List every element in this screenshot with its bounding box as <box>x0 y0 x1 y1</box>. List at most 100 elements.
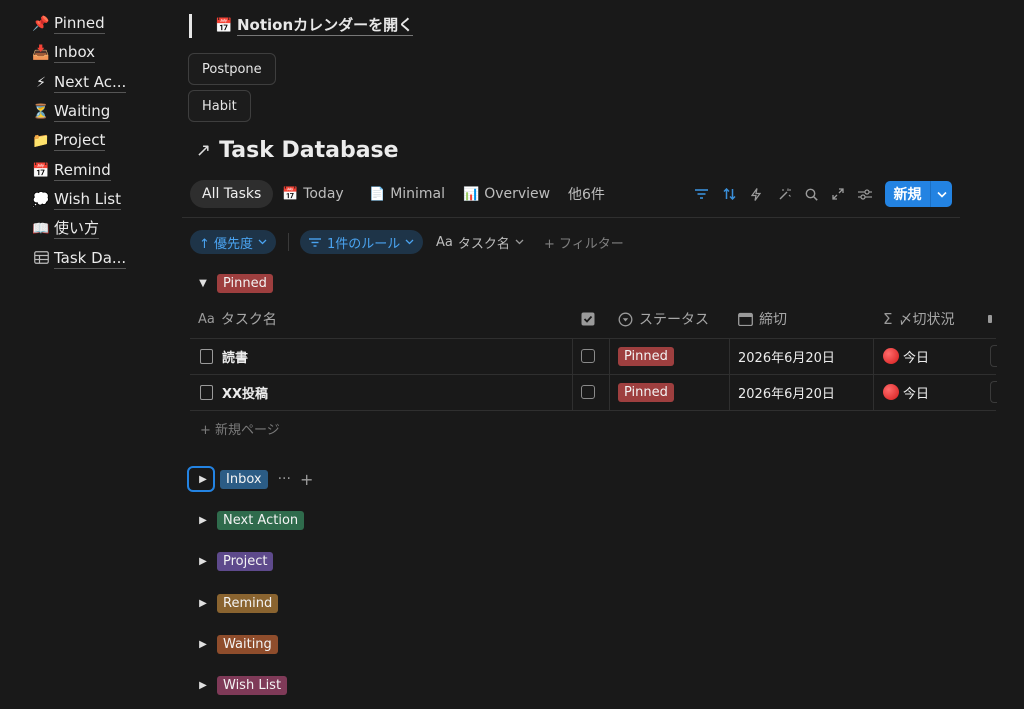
deadline-state-cell[interactable]: 今日 <box>883 338 929 374</box>
sidebar-item-project[interactable]: 📁 Project <box>32 130 106 152</box>
expand-icon[interactable] <box>830 185 846 203</box>
truncated-cell-box <box>990 381 997 403</box>
calendar-property-icon <box>738 312 753 326</box>
document-icon: 📄 <box>369 186 386 202</box>
group-pinned[interactable]: ▼ Pinned <box>196 272 273 294</box>
calendar-icon: 📅 <box>215 18 233 34</box>
column-header-deadline[interactable]: 締切 <box>738 308 787 330</box>
search-icon[interactable] <box>803 185 819 203</box>
calendar-icon: 📅 <box>32 163 50 179</box>
quote-bar <box>189 14 192 38</box>
deadline-cell[interactable]: 2026年6月20日 <box>738 374 835 410</box>
tab-minimal[interactable]: 📄 Minimal <box>369 180 445 208</box>
calendar-icon: 📅 <box>282 186 299 202</box>
group-tag-next-action: Next Action <box>217 510 305 530</box>
group-tag-project: Project <box>217 551 274 571</box>
filter-icon[interactable] <box>693 185 709 203</box>
add-filter-button[interactable]: + フィルター <box>544 230 624 254</box>
task-name-text: 読書 <box>222 350 249 366</box>
notion-calendar-link-label: Notionカレンダーを開く <box>237 16 414 36</box>
plus-icon[interactable]: + <box>300 470 313 489</box>
sidebar-item-next-action[interactable]: ⚡ Next Ac... <box>32 72 127 94</box>
sidebar-item-usage[interactable]: 📖 使い方 <box>32 218 100 240</box>
sidebar-item-task-database[interactable]: Task Da... <box>32 248 127 270</box>
formula-property-icon: Σ <box>883 310 893 328</box>
sidebar-item-waiting[interactable]: ⏳ Waiting <box>32 101 111 123</box>
group-next-action[interactable]: ▶ Next Action <box>196 509 305 531</box>
tab-more[interactable]: 他6件 <box>568 180 605 208</box>
triangle-right-icon[interactable]: ▶ <box>196 474 210 485</box>
group-tag-waiting: Waiting <box>217 634 278 654</box>
habit-button[interactable]: Habit <box>188 90 251 122</box>
column-divider <box>873 338 874 410</box>
tab-today[interactable]: 📅 Today <box>282 180 344 208</box>
group-project[interactable]: ▶ Project <box>196 550 274 572</box>
triangle-right-icon[interactable]: ▶ <box>196 515 210 526</box>
sidebar-item-remind[interactable]: 📅 Remind <box>32 160 111 182</box>
triangle-right-icon[interactable]: ▶ <box>196 598 210 609</box>
priority-sort-pill[interactable]: ↑ 優先度 <box>190 230 277 254</box>
task-name-cell[interactable]: XX投稿 <box>200 374 268 410</box>
column-header-deadline-state[interactable]: Σ 〆切状況 <box>883 308 954 330</box>
task-name-cell[interactable]: 読書 <box>200 338 248 374</box>
settings-sliders-icon[interactable] <box>857 185 873 203</box>
pushpin-icon: 📌 <box>32 16 50 32</box>
tab-label: 他6件 <box>568 187 605 203</box>
triangle-down-icon[interactable]: ▼ <box>196 278 210 289</box>
column-header-status[interactable]: ステータス <box>618 308 709 330</box>
filter-icon <box>309 237 321 247</box>
status-cell[interactable]: Pinned <box>618 338 674 374</box>
task-checkbox[interactable] <box>581 374 595 410</box>
group-wish-list[interactable]: ▶ Wish List <box>196 674 288 696</box>
deadline-cell[interactable]: 2026年6月20日 <box>738 338 835 374</box>
sidebar-item-label: Next Ac... <box>54 73 127 93</box>
tab-all-tasks[interactable]: All Tasks <box>190 180 274 208</box>
rules-filter-pill[interactable]: 1件のルール <box>300 230 424 254</box>
group-tag-inbox: Inbox <box>220 469 268 489</box>
column-header-truncated <box>988 308 992 330</box>
tab-label: Overview <box>484 186 551 202</box>
sidebar-item-wish-list[interactable]: 💭 Wish List <box>32 189 121 211</box>
truncated-cell-box <box>990 345 997 367</box>
lightning-icon[interactable] <box>748 185 764 203</box>
sidebar-item-pinned[interactable]: 📌 Pinned <box>32 13 105 35</box>
column-divider <box>609 338 610 410</box>
status-cell[interactable]: Pinned <box>618 374 674 410</box>
deadline-state-cell[interactable]: 今日 <box>883 374 929 410</box>
sidebar-item-inbox[interactable]: 📥 Inbox <box>32 42 96 64</box>
magic-wand-icon[interactable] <box>776 185 792 203</box>
task-name-filter[interactable]: Aa タスク名 <box>436 230 524 254</box>
triangle-right-icon[interactable]: ▶ <box>196 556 210 567</box>
chevron-down-icon <box>405 239 414 245</box>
open-book-icon: 📖 <box>32 221 50 237</box>
more-options-icon[interactable]: ··· <box>278 471 291 487</box>
notion-calendar-link[interactable]: 📅 Notionカレンダーを開く <box>215 14 414 38</box>
group-tag-remind: Remind <box>217 593 279 613</box>
postpone-button[interactable]: Postpone <box>188 53 276 85</box>
status-tag: Pinned <box>618 382 674 402</box>
tab-overview[interactable]: 📊 Overview <box>463 180 550 208</box>
table-divider <box>190 410 996 411</box>
triangle-right-icon[interactable]: ▶ <box>196 639 210 650</box>
table-icon <box>32 250 50 268</box>
column-header-label: 締切 <box>759 312 787 328</box>
group-inbox[interactable]: ▶ Inbox ··· + <box>196 468 313 490</box>
new-button[interactable]: 新規 <box>885 181 952 207</box>
page-icon <box>200 348 213 364</box>
task-checkbox[interactable] <box>581 338 595 374</box>
database-title[interactable]: ↗ Task Database <box>196 134 399 166</box>
sort-icon[interactable] <box>721 185 737 203</box>
triangle-right-icon[interactable]: ▶ <box>196 680 210 691</box>
sidebar-item-label: Task Da... <box>54 249 127 269</box>
chevron-down-icon[interactable] <box>931 188 952 201</box>
checkbox-icon <box>581 349 595 363</box>
group-waiting[interactable]: ▶ Waiting <box>196 633 278 655</box>
column-header-checkbox[interactable] <box>581 308 595 330</box>
new-page-button[interactable]: + 新規ページ <box>200 418 280 438</box>
group-tag-wish-list: Wish List <box>217 675 288 695</box>
group-remind[interactable]: ▶ Remind <box>196 592 279 614</box>
column-header-label: ステータス <box>639 312 709 328</box>
column-header-task-name[interactable]: Aa タスク名 <box>198 308 277 330</box>
text-property-icon: Aa <box>436 234 453 250</box>
chevron-down-icon <box>258 239 267 245</box>
